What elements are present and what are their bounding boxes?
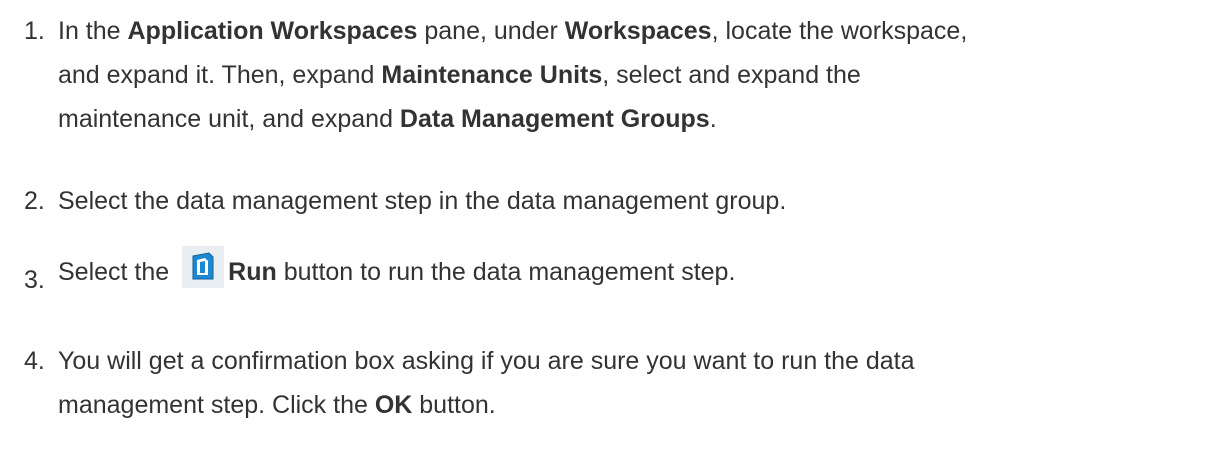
- step-number: 1.: [24, 17, 45, 45]
- step-line: management step. Click the OK button.: [58, 383, 1209, 427]
- plain-text: and expand it. Then, expand: [58, 61, 382, 89]
- step-text: You will get a confirmation box asking i…: [58, 339, 1209, 427]
- plain-text: pane, under: [417, 17, 565, 45]
- step-text: In the Application Workspaces pane, unde…: [58, 9, 1209, 141]
- plain-text: button.: [412, 391, 496, 419]
- ui-term: Application Workspaces: [127, 17, 418, 45]
- ui-term: Data Management Groups: [399, 105, 710, 133]
- step-text: Select the Run button to run the data ma…: [58, 246, 1209, 294]
- plain-text: Select the: [58, 258, 177, 286]
- plain-text: management step. Click the: [58, 391, 375, 419]
- plain-text: Select the data management step in the d…: [58, 187, 787, 215]
- instruction-steps: 1. In the Application Workspaces pane, u…: [0, 0, 1217, 450]
- step-number: 3.: [24, 266, 45, 294]
- plain-text: , locate the workspace,: [711, 17, 968, 45]
- ui-term: Run: [228, 258, 277, 286]
- plain-text: button to run the data management step.: [276, 258, 736, 286]
- ui-term: Maintenance Units: [381, 61, 603, 89]
- plain-text: You will get a confirmation box asking i…: [58, 347, 915, 375]
- step-line: and expand it. Then, expand Maintenance …: [58, 53, 1209, 97]
- step-number: 4.: [24, 347, 45, 375]
- plain-text: , select and expand the: [602, 61, 861, 89]
- plain-text: In the: [58, 17, 128, 45]
- ui-term: OK: [374, 391, 413, 419]
- step-line: maintenance unit, and expand Data Manage…: [58, 97, 1209, 141]
- step-text: Select the data management step in the d…: [58, 179, 1209, 223]
- plain-text: maintenance unit, and expand: [58, 105, 400, 133]
- step-line: You will get a confirmation box asking i…: [58, 339, 1209, 383]
- run-icon: [182, 246, 225, 288]
- step-number: 2.: [24, 187, 45, 215]
- step-line: In the Application Workspaces pane, unde…: [58, 9, 1209, 53]
- ui-term: Workspaces: [564, 17, 712, 45]
- plain-text: .: [709, 105, 717, 133]
